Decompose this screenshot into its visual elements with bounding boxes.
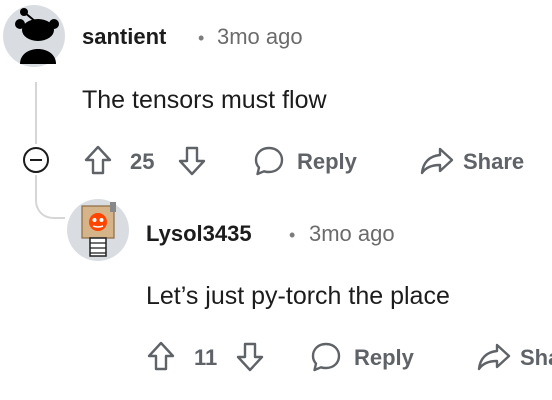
meta-separator: • — [198, 28, 205, 48]
upvote-arrow-icon[interactable] — [147, 341, 175, 371]
share-button-clip: Share — [518, 343, 552, 375]
vote-count: 25 — [130, 149, 155, 174]
comment-body: The tensors must flow — [82, 86, 327, 114]
reply-timestamp[interactable]: 3mo ago — [309, 221, 395, 247]
upvote-arrow-icon[interactable] — [84, 145, 112, 175]
thread-line — [35, 82, 37, 144]
reply-button[interactable]: Reply — [297, 149, 357, 175]
speech-bubble-icon[interactable] — [310, 341, 342, 373]
reply-author[interactable]: Lysol3435 — [146, 221, 252, 247]
downvote-arrow-icon[interactable] — [178, 146, 206, 176]
meta-separator: • — [289, 225, 296, 245]
speech-bubble-icon[interactable] — [253, 145, 285, 177]
avatar[interactable] — [66, 198, 130, 262]
share-arrow-icon[interactable] — [420, 145, 454, 177]
reply-body: Let’s just py-torch the place — [146, 282, 450, 310]
avatar[interactable] — [2, 2, 66, 68]
downvote-arrow-icon[interactable] — [236, 342, 264, 372]
comment-timestamp[interactable]: 3mo ago — [217, 24, 303, 50]
comment-author[interactable]: santient — [82, 24, 166, 50]
collapse-minus-icon — [30, 159, 42, 161]
collapse-button[interactable] — [23, 147, 49, 173]
share-arrow-icon[interactable] — [477, 341, 511, 373]
vote-count: 11 — [194, 345, 218, 370]
thread-line-curve — [35, 175, 65, 219]
share-button[interactable]: Share — [520, 345, 552, 371]
reply-button[interactable]: Reply — [354, 345, 414, 371]
share-button[interactable]: Share — [463, 149, 524, 175]
